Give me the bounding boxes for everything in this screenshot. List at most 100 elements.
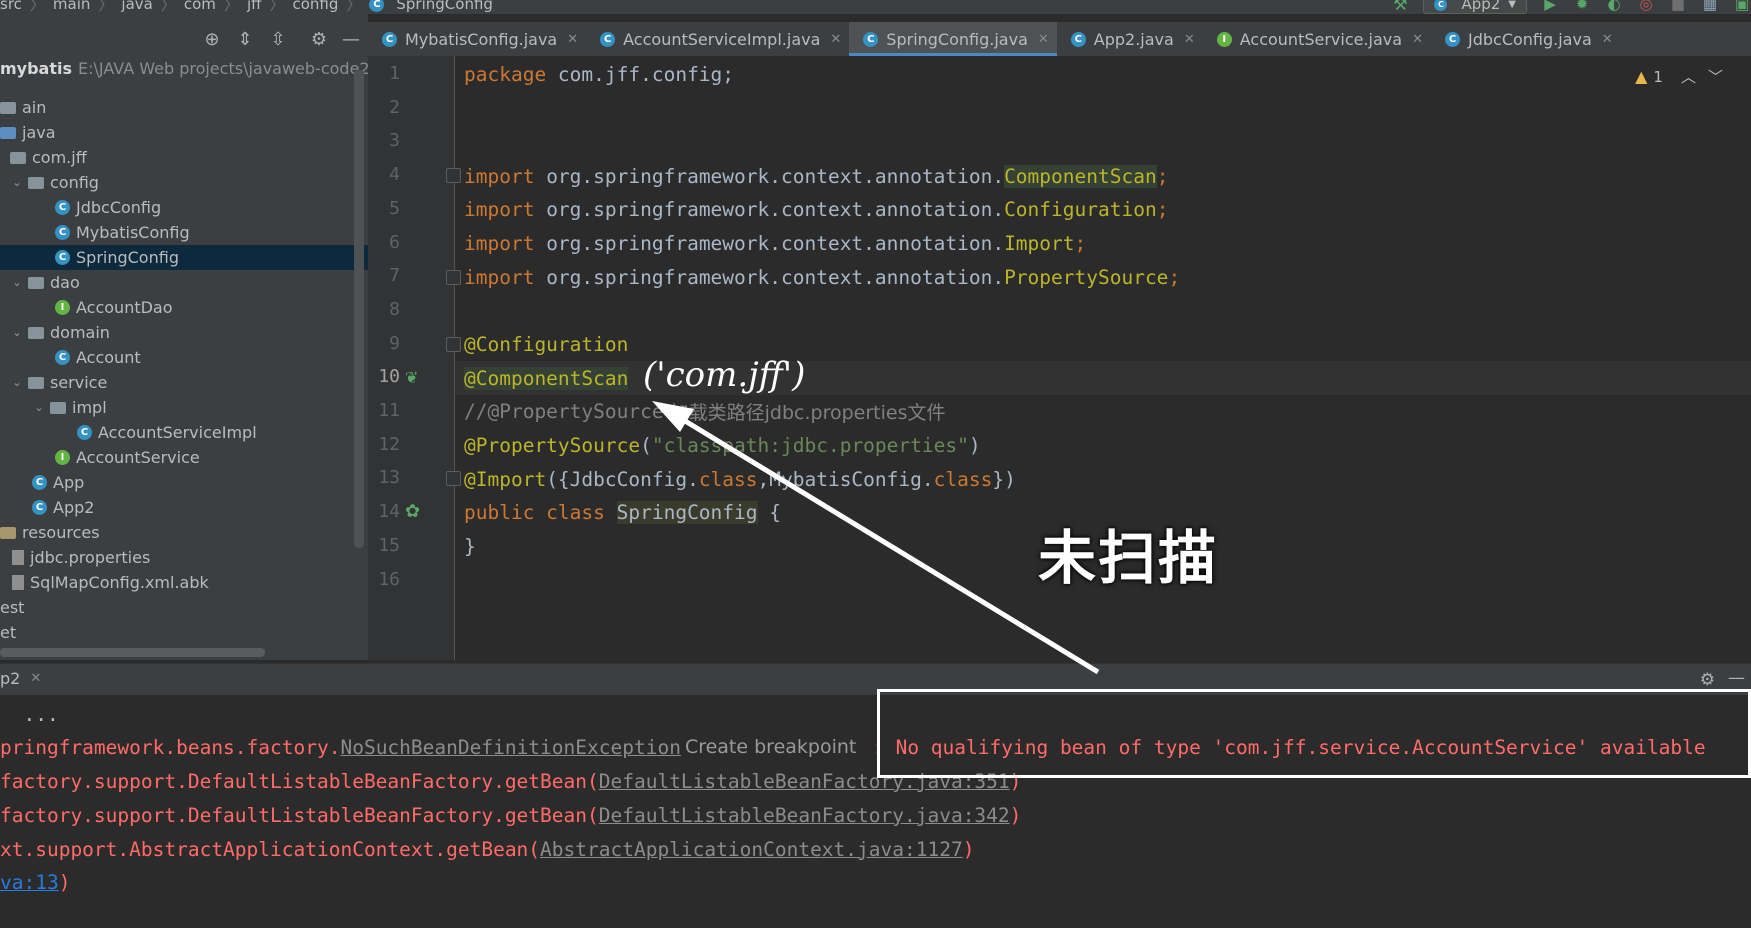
fold-marker-icon[interactable]: [446, 471, 461, 486]
tree-item-account[interactable]: C Account: [0, 345, 368, 370]
stack-trace-link[interactable]: AbstractApplicationContext.java:1127: [540, 838, 963, 861]
project-root[interactable]: mybatis E:\JAVA Web projects\javaweb-code…: [0, 59, 400, 78]
tree-item-label: App2: [53, 498, 95, 517]
editor-tab-springconfig-java[interactable]: C SpringConfig.java ✕: [849, 22, 1058, 56]
build-hammer-icon[interactable]: ⚒: [1391, 0, 1409, 14]
close-icon[interactable]: ✕: [567, 32, 578, 47]
tree-item-impl[interactable]: ⌄ impl: [0, 395, 368, 420]
tree-item-java[interactable]: java: [0, 120, 368, 145]
collapse-all-icon[interactable]: ⇳: [267, 28, 289, 50]
code-line-12: @PropertySource("classpath:jdbc.properti…: [464, 433, 981, 457]
chevron-down-icon[interactable]: ⌄: [10, 376, 24, 389]
tree-item-mybatisconfig[interactable]: C MybatisConfig: [0, 220, 368, 245]
chevron-down-icon[interactable]: ⌄: [10, 276, 24, 289]
exception-link[interactable]: NoSuchBeanDefinitionException: [340, 736, 680, 759]
code-line-4: import org.springframework.context.annot…: [464, 164, 1169, 188]
tree-item-label: jdbc.properties: [30, 548, 151, 567]
editor-tabs: C MybatisConfig.java ✕ C AccountServiceImpl.…: [368, 22, 1751, 57]
gear-icon[interactable]: ⚙: [1700, 670, 1715, 690]
close-icon[interactable]: ✕: [1184, 32, 1195, 47]
profile-icon[interactable]: ◎: [1637, 0, 1655, 13]
spring-config-icon[interactable]: ✿: [405, 501, 420, 522]
chevron-down-icon[interactable]: ⌄: [32, 401, 46, 414]
breadcrumb-item[interactable]: main: [53, 0, 90, 13]
tree-item-ain[interactable]: ain: [0, 95, 368, 120]
editor-tab-mybatisconfig-java[interactable]: C MybatisConfig.java ✕: [368, 22, 586, 56]
expand-all-icon[interactable]: ⇕: [234, 28, 256, 50]
fold-marker-icon[interactable]: [446, 270, 461, 285]
tree-item-domain[interactable]: ⌄ domain: [0, 320, 368, 345]
tree-item-accountservice[interactable]: I AccountService: [0, 445, 368, 470]
chevron-up-icon[interactable]: ︿: [1681, 66, 1696, 87]
hide-icon[interactable]: —: [340, 28, 362, 50]
close-icon[interactable]: ✕: [1412, 32, 1423, 47]
inspection-widget[interactable]: ▲ 1 ︿ ﹀: [1635, 66, 1723, 87]
editor-tab-jdbcconfig-java[interactable]: C JdbcConfig.java ✕: [1431, 22, 1621, 56]
editor-tab-app2-java[interactable]: C App2.java ✕: [1057, 22, 1203, 56]
run-configuration-select[interactable]: C App2 ▼: [1423, 0, 1527, 14]
breadcrumb-item[interactable]: java: [121, 0, 152, 13]
debug-icon[interactable]: ✹: [1573, 0, 1591, 13]
tree-item-dao[interactable]: ⌄ dao: [0, 270, 368, 295]
run-icon[interactable]: ▶: [1541, 0, 1559, 13]
tree-item-est[interactable]: est: [0, 595, 368, 620]
class-icon: C: [55, 225, 70, 240]
tree-item-label: config: [50, 173, 99, 192]
package-icon: [28, 326, 44, 339]
line-number: 14: [378, 501, 400, 523]
file-icon: [12, 575, 24, 590]
class-icon: C: [600, 31, 616, 47]
tree-item-resources[interactable]: resources: [0, 520, 368, 545]
spring-bean-icon[interactable]: ❦: [405, 368, 418, 387]
breadcrumb-item[interactable]: config: [292, 0, 338, 13]
tree-item-jdbcconfig[interactable]: C JdbcConfig: [0, 195, 368, 220]
tree-item-accountserviceimpl[interactable]: C AccountServiceImpl: [0, 420, 368, 445]
tree-item-config[interactable]: ⌄ config: [0, 170, 368, 195]
run-tab[interactable]: p2 ✕: [0, 669, 41, 688]
breadcrumb-item[interactable]: src: [0, 0, 22, 13]
tree-item-label: service: [50, 373, 108, 392]
editor-tab-accountserviceimpl-java[interactable]: C AccountServiceImpl.java ✕: [586, 22, 849, 56]
tree-item-jdbc-properties[interactable]: jdbc.properties: [0, 545, 368, 570]
breadcrumb: src 〉 main 〉 java 〉 com 〉 jff 〉 config 〉 C Spri…: [0, 0, 493, 14]
code-line-5: import org.springframework.context.annot…: [464, 197, 1169, 221]
coverage-icon[interactable]: ◐: [1605, 0, 1623, 13]
chevron-down-icon[interactable]: ﹀: [1708, 66, 1723, 87]
package-icon: [28, 376, 44, 389]
close-icon[interactable]: ✕: [30, 671, 41, 686]
tree-item-springconfig[interactable]: C SpringConfig: [0, 245, 368, 270]
chevron-down-icon[interactable]: ⌄: [10, 176, 24, 189]
tree-item-accountdao[interactable]: I AccountDao: [0, 295, 368, 320]
close-icon[interactable]: ✕: [1602, 32, 1613, 47]
chevron-down-icon[interactable]: ⌄: [10, 326, 24, 339]
tree-item-label: MybatisConfig: [76, 223, 190, 242]
create-breakpoint-hint[interactable]: Create breakpoint: [684, 736, 857, 758]
fold-marker-icon[interactable]: [446, 337, 461, 352]
project-horizontal-scrollbar[interactable]: [0, 648, 265, 657]
breadcrumb-item[interactable]: com: [184, 0, 216, 13]
line-number: 3: [389, 130, 400, 152]
breadcrumb-item[interactable]: jff: [247, 0, 262, 13]
tree-item-service[interactable]: ⌄ service: [0, 370, 368, 395]
project-scrollbar[interactable]: [354, 70, 364, 548]
code-line-7: import org.springframework.context.annot…: [464, 265, 1181, 289]
stop-icon[interactable]: ■: [1669, 0, 1687, 13]
tree-item-app[interactable]: C App: [0, 470, 368, 495]
locate-icon[interactable]: ⊕: [201, 28, 223, 50]
close-icon[interactable]: ✕: [830, 32, 841, 47]
editor-tab-accountservice-java[interactable]: I AccountService.java ✕: [1203, 22, 1431, 56]
tree-item-sqlmapconfig-xml-abk[interactable]: SqlMapConfig.xml.abk: [0, 570, 368, 595]
tree-item-app2[interactable]: C App2: [0, 495, 368, 520]
gear-icon[interactable]: ⚙: [308, 28, 330, 50]
breadcrumb-file[interactable]: C SpringConfig: [369, 0, 493, 13]
stack-trace-link[interactable]: va:13: [0, 871, 59, 894]
class-icon: C: [1444, 31, 1460, 47]
close-icon[interactable]: ✕: [1038, 32, 1049, 47]
tree-item-com-jff[interactable]: com.jff: [0, 145, 368, 170]
hide-icon[interactable]: —: [1728, 668, 1745, 688]
project-structure-icon[interactable]: ▦: [1701, 0, 1719, 13]
sdk-icon[interactable]: ▣: [1733, 0, 1751, 13]
tree-item-et[interactable]: et: [0, 620, 368, 645]
fold-marker-icon[interactable]: [446, 168, 461, 183]
stack-trace-link[interactable]: DefaultListableBeanFactory.java:342: [599, 804, 1010, 827]
